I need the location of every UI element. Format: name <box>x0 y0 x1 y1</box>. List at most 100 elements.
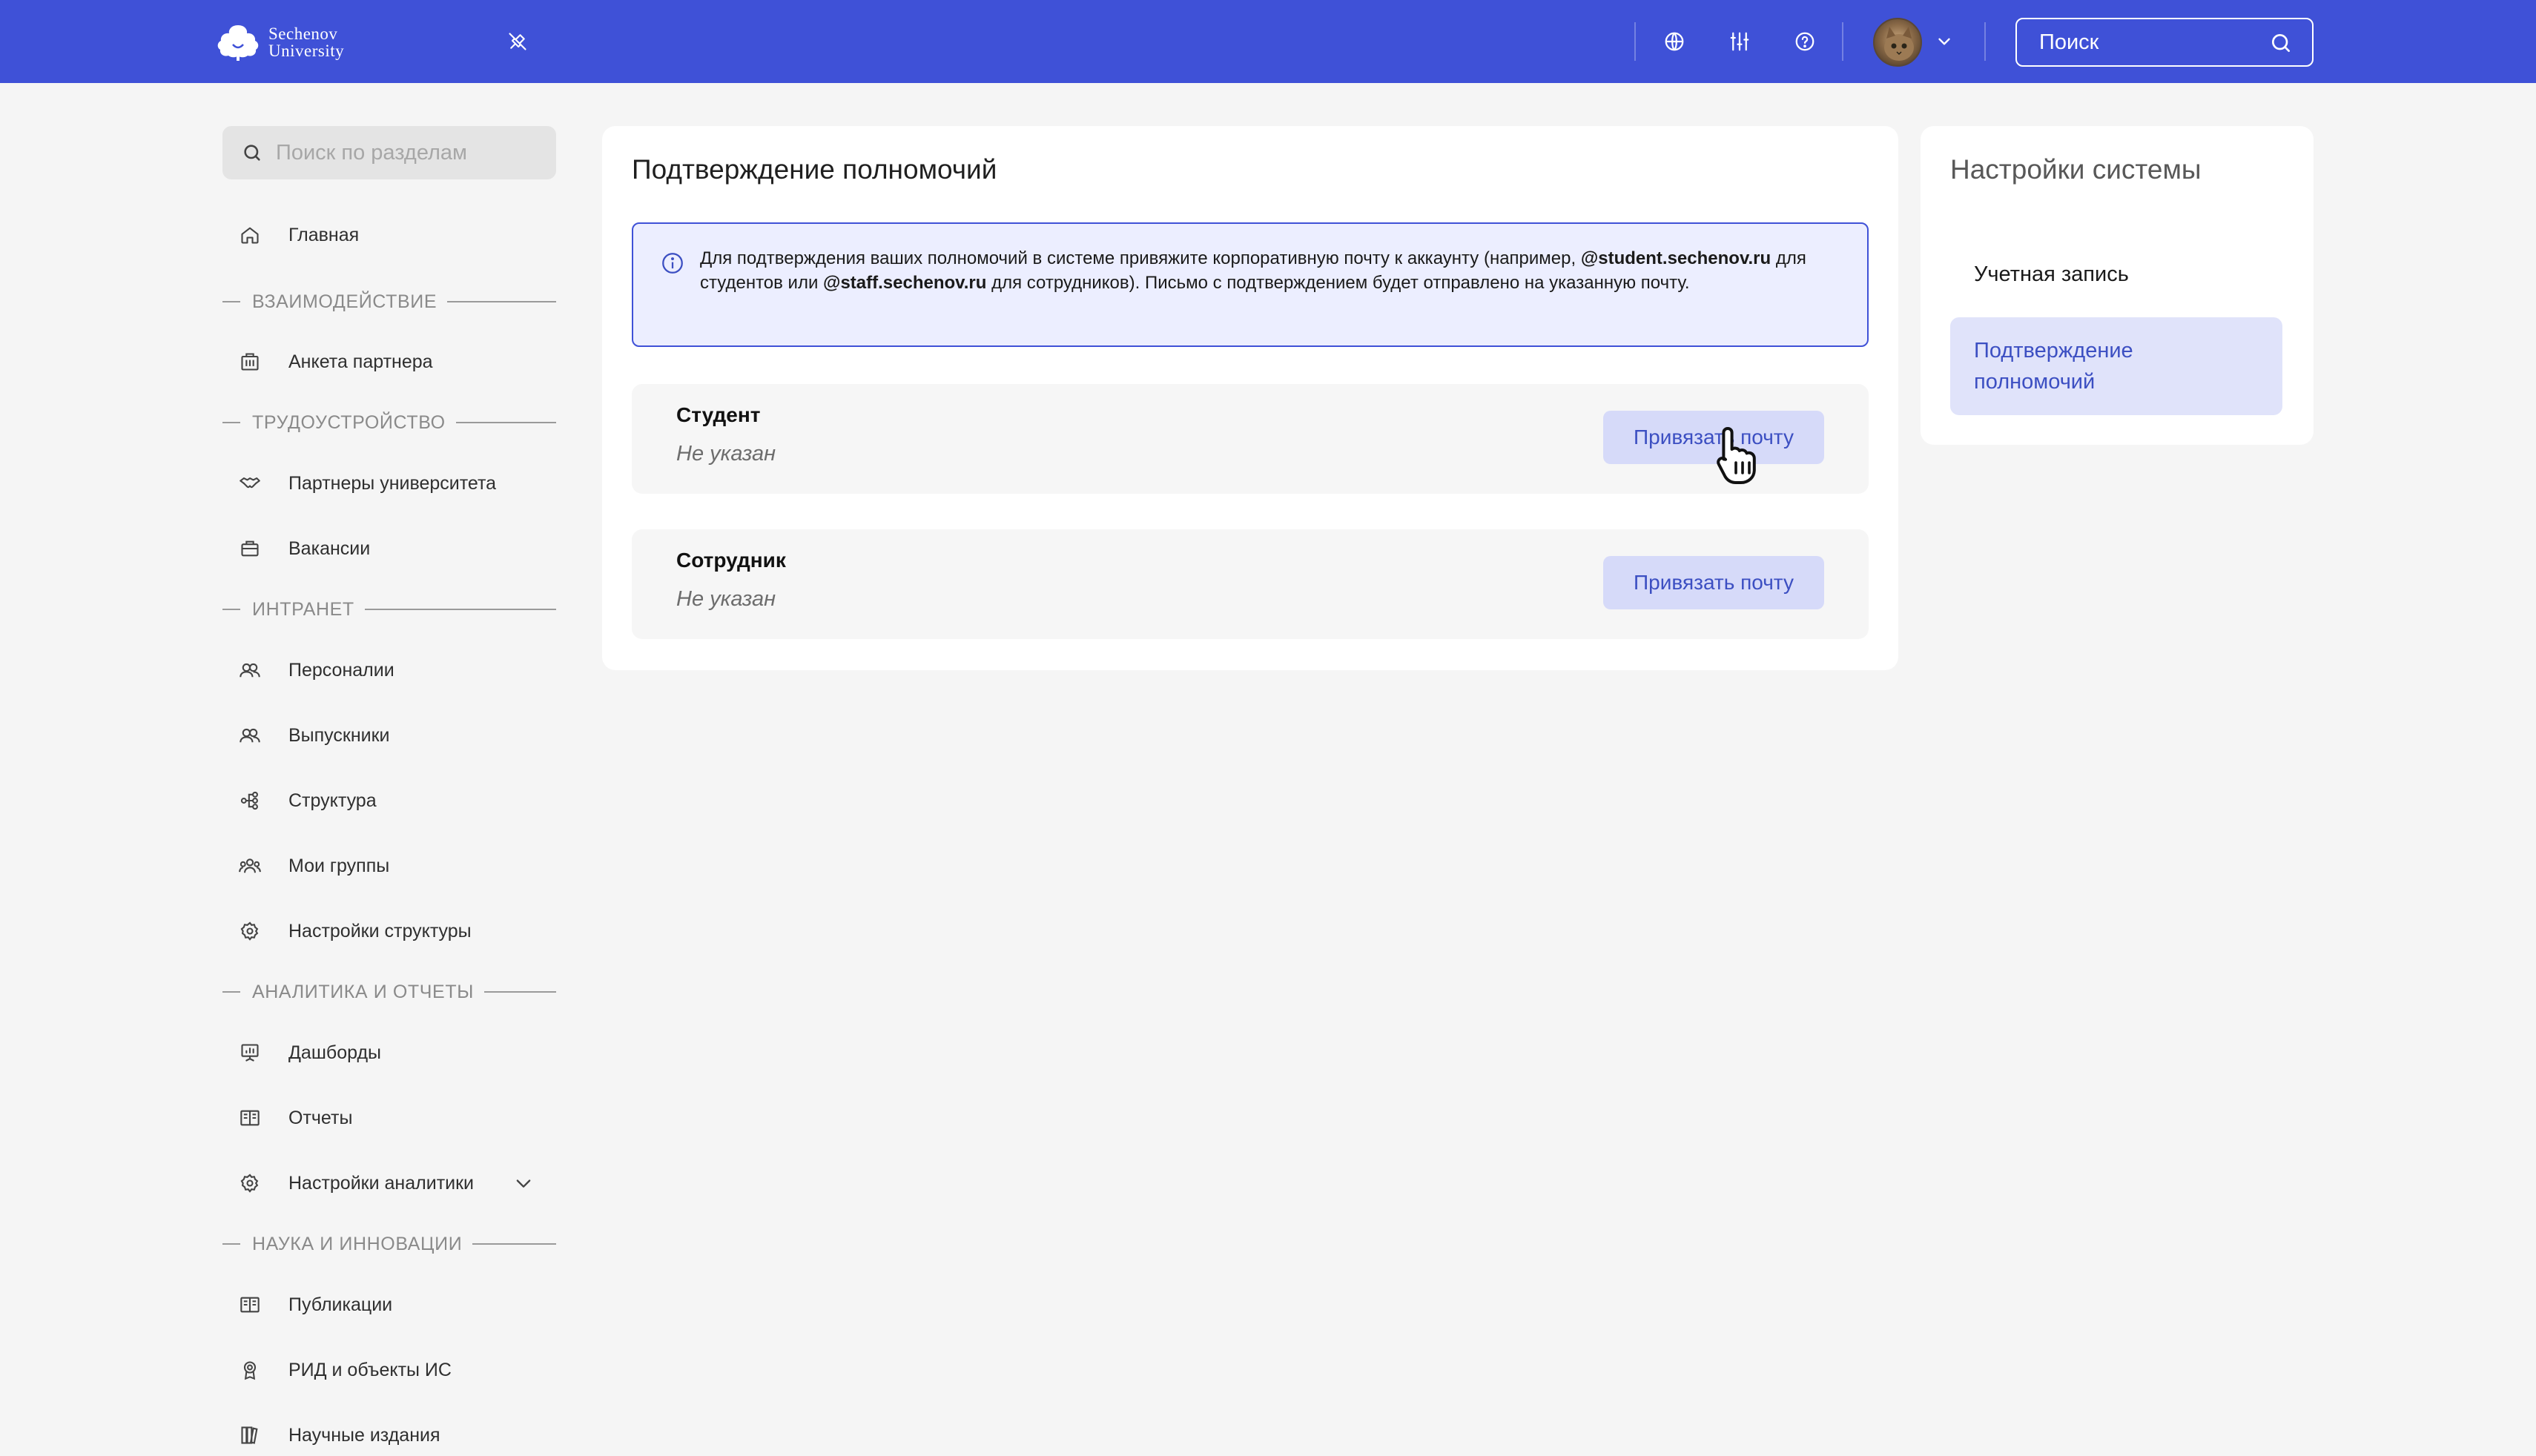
sidebar-item-label: Вакансии <box>288 537 371 559</box>
section-label: ТРУДОУСТРОЙСТВО <box>252 411 446 433</box>
sidebar-section-intranet: ИНТРАНЕТ <box>222 598 556 621</box>
global-search[interactable] <box>2015 18 2314 67</box>
presentation-chart-icon <box>239 1042 261 1064</box>
books-icon <box>239 1424 261 1446</box>
sidebar-item-journals[interactable]: Научные издания <box>222 1413 556 1456</box>
info-icon <box>662 253 683 274</box>
settings-item-label: Подтверждение полномочий <box>1974 339 2133 394</box>
help-button[interactable] <box>1790 27 1820 56</box>
search-icon[interactable] <box>2269 31 2293 55</box>
language-button[interactable] <box>1660 27 1689 56</box>
section-search-input[interactable] <box>276 140 543 165</box>
student-domain: @student.sechenov.ru <box>1580 248 1771 268</box>
university-logo[interactable]: Sechenov University <box>215 22 344 62</box>
divider <box>483 991 556 993</box>
top-header: Sechenov University <box>0 0 2536 83</box>
bind-employee-email-button[interactable]: Привязать почту <box>1603 556 1824 609</box>
sidebar-item-rid[interactable]: РИД и объекты ИС <box>222 1348 556 1392</box>
logo-line1: Sechenov <box>268 24 338 43</box>
sidebar-item-structure-settings[interactable]: Настройки структуры <box>222 909 556 953</box>
sidebar-section-analytics: АНАЛИТИКА И ОТЧЕТЫ <box>222 981 556 1003</box>
section-label: АНАЛИТИКА И ОТЧЕТЫ <box>252 981 474 1002</box>
chevron-down-icon <box>1938 38 1950 45</box>
sidebar-item-persons[interactable]: Персоналии <box>222 648 556 692</box>
avatar[interactable] <box>1873 18 1922 67</box>
settings-item-authority[interactable]: Подтверждение полномочий <box>1950 317 2282 415</box>
logo-line2: University <box>268 42 345 60</box>
role-status: Не указан <box>676 587 776 611</box>
section-search[interactable] <box>222 126 556 179</box>
role-card-student: Студент Не указан Привязать почту <box>632 384 1869 494</box>
sidebar-item-partners[interactable]: Партнеры университета <box>222 461 556 506</box>
info-text: Для подтверждения ваших полномочий в сис… <box>700 246 1853 295</box>
bind-student-email-button[interactable]: Привязать почту <box>1603 411 1824 464</box>
sidebar-item-label: РИД и объекты ИС <box>288 1359 452 1380</box>
sidebar-item-structure[interactable]: Структура <box>222 778 556 823</box>
home-icon <box>239 224 261 246</box>
briefcase-icon <box>239 537 261 560</box>
divider <box>222 991 240 993</box>
chevron-down-icon[interactable] <box>513 1173 534 1197</box>
sidebar-section-interaction: ВЗАИМОДЕЙСТВИЕ <box>222 291 556 313</box>
sidebar-item-label: Отчеты <box>288 1107 353 1128</box>
sidebar-item-reports[interactable]: Отчеты <box>222 1096 556 1140</box>
help-icon <box>1795 32 1815 51</box>
authority-confirmation-card: Подтверждение полномочий Для подтвержден… <box>602 126 1898 670</box>
sidebar-item-label: Выпускники <box>288 724 390 746</box>
structure-tree-icon <box>239 790 261 812</box>
section-label: НАУКА И ИННОВАЦИИ <box>252 1233 463 1254</box>
info-notice: Для подтверждения ваших полномочий в сис… <box>632 222 1869 347</box>
sidebar-item-label: Настройки аналитики <box>288 1172 475 1194</box>
building-icon <box>239 351 261 373</box>
sidebar-item-label: Настройки структуры <box>288 920 472 942</box>
divider <box>472 1243 556 1245</box>
sidebar-item-vacancies[interactable]: Вакансии <box>222 526 556 571</box>
role-status: Не указан <box>676 442 776 466</box>
sidebar-item-label: Мои группы <box>288 855 390 876</box>
divider <box>222 609 240 610</box>
unpin-sidebar-button[interactable] <box>504 28 531 55</box>
role-name: Сотрудник <box>676 549 786 572</box>
handshake-icon <box>239 472 261 494</box>
sidebar-item-graduates[interactable]: Выпускники <box>222 713 556 758</box>
settings-item-label: Учетная запись <box>1974 262 2129 286</box>
divider <box>222 1243 240 1245</box>
sidebar-item-analytics-settings[interactable]: Настройки аналитики <box>222 1161 556 1205</box>
sidebar-item-label: Анкета партнера <box>288 351 433 372</box>
page-title: Подтверждение полномочий <box>632 154 997 185</box>
book-open-icon <box>239 1107 261 1129</box>
globe-icon <box>1665 32 1684 51</box>
sidebar-item-publications[interactable]: Публикации <box>222 1283 556 1327</box>
pin-off-icon <box>509 33 526 50</box>
panel-title: Настройки системы <box>1950 154 2202 185</box>
award-icon <box>239 1359 261 1381</box>
sidebar-item-label: Публикации <box>288 1294 393 1315</box>
staff-domain: @staff.sechenov.ru <box>823 273 987 293</box>
header-divider <box>1634 22 1636 61</box>
sidebar-item-home[interactable]: Главная <box>222 213 556 257</box>
sidebar-item-partner-form[interactable]: Анкета партнера <box>222 340 556 384</box>
users-icon <box>239 724 261 747</box>
sidebar-section-science: НАУКА И ИННОВАЦИИ <box>222 1233 556 1255</box>
section-label: ВЗАИМОДЕЙСТВИЕ <box>252 291 437 312</box>
divider <box>222 422 240 423</box>
profile-menu-toggle[interactable] <box>1932 30 1956 53</box>
sidebar-item-dashboards[interactable]: Дашборды <box>222 1030 556 1075</box>
gear-icon <box>239 920 261 942</box>
sidebar-item-label: Персоналии <box>288 659 394 681</box>
global-search-input[interactable] <box>2039 30 2262 55</box>
sidebar-section-employment: ТРУДОУСТРОЙСТВО <box>222 411 556 434</box>
info-text-part: Для подтверждения ваших полномочий в сис… <box>700 248 1581 268</box>
logo-text: Sechenov University <box>268 25 344 59</box>
sidebar-item-label: Структура <box>288 790 377 811</box>
divider <box>364 609 556 610</box>
tree-logo-icon <box>217 25 259 61</box>
settings-sliders-button[interactable] <box>1725 27 1754 56</box>
settings-item-account[interactable]: Учетная запись <box>1950 252 2282 297</box>
sliders-icon <box>1730 32 1749 51</box>
divider <box>447 301 556 302</box>
sidebar-item-label: Научные издания <box>288 1424 440 1446</box>
group-icon <box>239 855 261 877</box>
sidebar-item-my-groups[interactable]: Мои группы <box>222 844 556 888</box>
header-divider <box>1984 22 1986 61</box>
